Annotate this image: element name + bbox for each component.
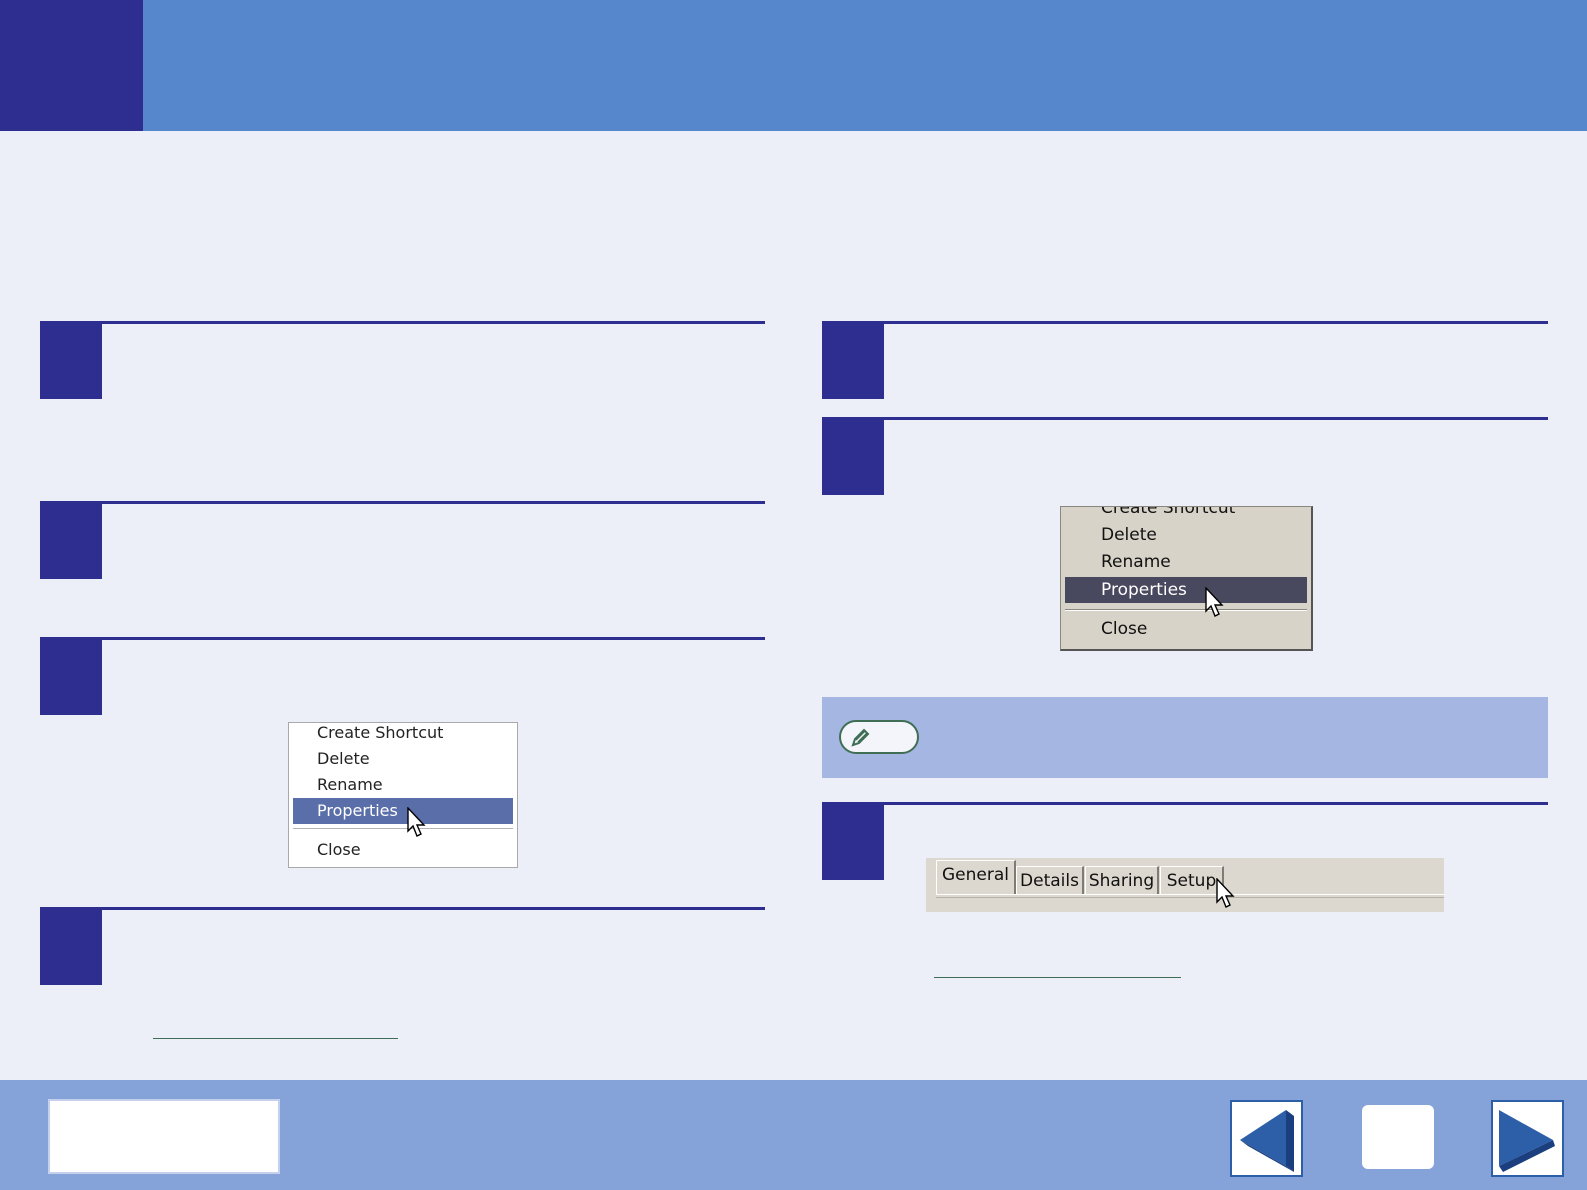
mouse-pointer-icon [407, 807, 426, 837]
step-rule [822, 802, 1548, 805]
previous-page-button[interactable] [1230, 1100, 1303, 1177]
mouse-pointer-icon [1205, 587, 1224, 617]
tab-sharing[interactable]: Sharing [1085, 866, 1159, 894]
reference-link[interactable] [934, 977, 1181, 978]
mouse-pointer-icon [1216, 878, 1235, 908]
arrow-right-icon [1499, 1110, 1555, 1172]
menu-separator [293, 828, 513, 831]
context-menu-screenshot: Create Shortcut Delete Rename Properties… [288, 722, 518, 868]
step-number-block [822, 323, 884, 399]
contents-button[interactable] [48, 1099, 280, 1174]
step-rule [822, 321, 1548, 324]
reference-link[interactable] [153, 1038, 398, 1039]
tab-baseline [936, 894, 1444, 898]
chapter-block [0, 0, 143, 131]
menu-item-rename[interactable]: Rename [293, 772, 513, 798]
step-number-block [40, 909, 102, 985]
step-number-block [40, 503, 102, 579]
menu-separator [1065, 609, 1307, 611]
step-number-block [822, 804, 884, 880]
step-rule [40, 501, 765, 504]
menu-item-rename[interactable]: Rename [1065, 549, 1307, 575]
page-header [0, 0, 1587, 131]
tab-general[interactable]: General [936, 860, 1016, 894]
step-number-block [40, 323, 102, 399]
menu-item-close[interactable]: Close [293, 837, 513, 863]
menu-item-properties[interactable]: Properties [1065, 577, 1307, 603]
step-rule [40, 907, 765, 910]
pencil-icon [851, 728, 870, 747]
home-button[interactable] [1362, 1105, 1434, 1169]
menu-item-create-shortcut[interactable]: Create Shortcut [293, 723, 513, 746]
step-rule [40, 637, 765, 640]
step-rule [40, 321, 765, 324]
step-rule [822, 417, 1548, 420]
next-page-button[interactable] [1491, 1100, 1564, 1177]
note-bar [822, 697, 1548, 778]
tab-details[interactable]: Details [1016, 866, 1084, 894]
menu-item-properties[interactable]: Properties [293, 798, 513, 824]
context-menu-screenshot-classic: Create Shortcut Delete Rename Properties… [1060, 506, 1313, 651]
properties-tab-strip: General Details Sharing Setup [926, 858, 1444, 912]
step-number-block [822, 419, 884, 495]
menu-item-close[interactable]: Close [1065, 616, 1307, 642]
step-number-block [40, 639, 102, 715]
note-badge [839, 720, 919, 754]
menu-item-delete[interactable]: Delete [1065, 522, 1307, 548]
menu-item-create-shortcut[interactable]: Create Shortcut [1065, 507, 1307, 521]
tab-setup[interactable]: Setup [1160, 866, 1224, 894]
arrow-left-icon [1240, 1110, 1294, 1172]
menu-item-delete[interactable]: Delete [293, 746, 513, 772]
